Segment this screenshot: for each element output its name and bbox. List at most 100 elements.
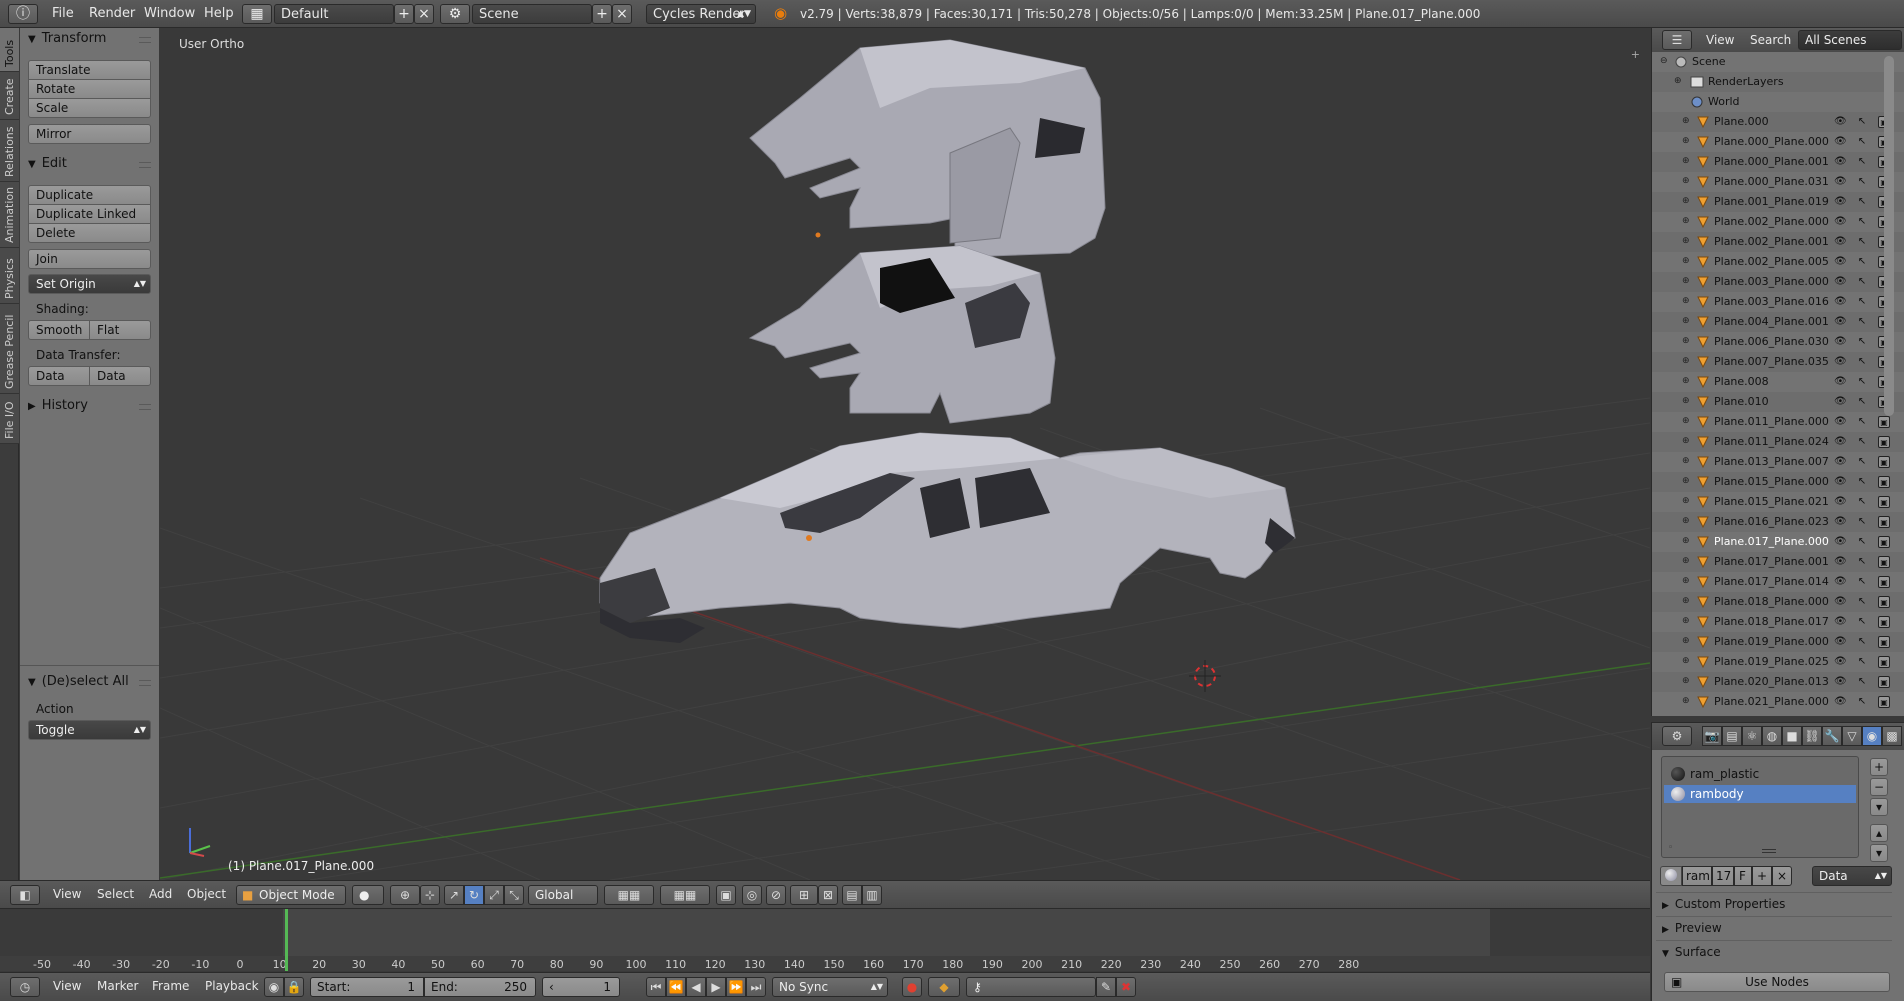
mirror-button[interactable]: Mirror bbox=[28, 124, 151, 144]
selectability-cursor-icon[interactable]: ↖ bbox=[1856, 356, 1868, 368]
visibility-eye-icon[interactable]: 👁 bbox=[1834, 616, 1847, 628]
outliner-object-row[interactable]: ⊕Plane.002_Plane.001👁↖▣ bbox=[1652, 232, 1904, 252]
editor-type-outliner-icon[interactable]: ☰ bbox=[1662, 30, 1692, 50]
expand-icon[interactable]: ⊕ bbox=[1682, 436, 1692, 446]
material-browse-icon[interactable] bbox=[1660, 866, 1682, 886]
expand-icon[interactable]: ⊕ bbox=[1682, 416, 1692, 426]
panel-grip-icon[interactable] bbox=[139, 680, 151, 686]
3d-viewport[interactable]: User Ortho (1) Plane.017_Plane.000 + bbox=[160, 28, 1650, 880]
expand-icon[interactable]: ⊕ bbox=[1682, 636, 1692, 646]
material-specials-button[interactable]: ▾ bbox=[1870, 798, 1888, 816]
menu-add[interactable]: Add bbox=[149, 887, 172, 901]
selectability-cursor-icon[interactable]: ↖ bbox=[1856, 336, 1868, 348]
selectability-cursor-icon[interactable]: ↖ bbox=[1856, 496, 1868, 508]
expand-icon[interactable]: ⊕ bbox=[1682, 336, 1692, 346]
menu-render[interactable]: Render bbox=[89, 4, 135, 24]
selectability-cursor-icon[interactable]: ↖ bbox=[1856, 476, 1868, 488]
material-slot-row[interactable]: ram_plastic bbox=[1664, 765, 1856, 783]
selectability-cursor-icon[interactable]: ↖ bbox=[1856, 176, 1868, 188]
add-material-slot-button[interactable]: + bbox=[1870, 758, 1888, 776]
outliner-object-row[interactable]: ⊕Plane.000_Plane.001👁↖▣ bbox=[1652, 152, 1904, 172]
duplicate-button[interactable]: Duplicate bbox=[28, 185, 151, 205]
menu-marker[interactable]: Marker bbox=[97, 979, 138, 993]
timeline-area[interactable]: -50 -40 -30 -20 -10 0 10 20 30 40 50 60 70 80 90 100 110… bbox=[0, 908, 1650, 971]
manipulator-toggle-icon[interactable]: ⊹ bbox=[420, 885, 440, 905]
panel-history-header[interactable]: ▶ History bbox=[28, 398, 88, 413]
outliner-row-world[interactable]: World bbox=[1652, 92, 1904, 112]
visibility-eye-icon[interactable]: 👁 bbox=[1834, 296, 1847, 308]
cab-mesh-middle[interactable] bbox=[748, 245, 1056, 424]
outliner-object-row[interactable]: ⊕Plane.000_Plane.000👁↖▣ bbox=[1652, 132, 1904, 152]
tab-animation[interactable]: Animation bbox=[0, 182, 19, 248]
outliner-object-row[interactable]: ⊕ Plane.015_Plane.000 👁 ↖ ▣ bbox=[1652, 472, 1904, 492]
unlink-material-icon[interactable]: × bbox=[1772, 866, 1792, 886]
use-nodes-button[interactable]: ▣ Use Nodes bbox=[1664, 972, 1890, 992]
expand-icon[interactable]: ⊕ bbox=[1682, 516, 1692, 526]
new-material-icon[interactable]: + bbox=[1752, 866, 1772, 886]
duplicate-linked-button[interactable]: Duplicate Linked bbox=[28, 204, 151, 224]
proportional-edit-icon[interactable]: ◎ bbox=[742, 885, 762, 905]
delete-button[interactable]: Delete bbox=[28, 223, 151, 243]
render-engine-select[interactable]: Cycles Render ▲▼ bbox=[646, 4, 756, 24]
translate-button[interactable]: Translate bbox=[28, 60, 151, 80]
selectability-cursor-icon[interactable]: ↖ bbox=[1856, 516, 1868, 528]
data-transfer-button[interactable]: Data bbox=[28, 366, 90, 386]
expand-icon[interactable]: ⊕ bbox=[1682, 396, 1692, 406]
visibility-eye-icon[interactable]: 👁 bbox=[1834, 116, 1847, 128]
selectability-cursor-icon[interactable]: ↖ bbox=[1856, 276, 1868, 288]
flat-button[interactable]: Flat bbox=[89, 320, 151, 340]
jump-keyframe-back-icon[interactable]: ⏪ bbox=[666, 977, 686, 997]
visibility-eye-icon[interactable]: 👁 bbox=[1834, 576, 1847, 588]
join-button[interactable]: Join bbox=[28, 249, 151, 269]
outliner-row-scene[interactable]: ⊖ Scene bbox=[1652, 52, 1904, 72]
object-tab-icon[interactable]: ■ bbox=[1782, 726, 1802, 746]
jump-keyframe-forward-icon[interactable]: ⏩ bbox=[726, 977, 746, 997]
expand-icon[interactable]: ⊕ bbox=[1682, 616, 1692, 626]
selectability-cursor-icon[interactable]: ↖ bbox=[1856, 196, 1868, 208]
material-slot-row-selected[interactable]: rambody bbox=[1664, 785, 1856, 803]
preview-range-icon[interactable]: ◉ bbox=[264, 977, 284, 997]
expand-icon[interactable]: ⊕ bbox=[1682, 476, 1692, 486]
outliner-object-row[interactable]: ⊕ Plane.016_Plane.023 👁 ↖ ▣ bbox=[1652, 512, 1904, 532]
renderability-camera-icon[interactable]: ▣ bbox=[1878, 556, 1890, 568]
panel-preview[interactable]: ▶ Preview bbox=[1656, 916, 1892, 938]
visibility-eye-icon[interactable]: 👁 bbox=[1834, 276, 1847, 288]
list-resize-grip-icon[interactable] bbox=[1762, 849, 1776, 853]
visibility-eye-icon[interactable]: 👁 bbox=[1834, 416, 1847, 428]
panel-deselect-header[interactable]: ▼ (De)select All bbox=[28, 674, 129, 689]
material-name-field[interactable]: ramb bbox=[1682, 866, 1712, 886]
start-frame-field[interactable]: Start: 1 bbox=[310, 977, 424, 997]
menu-file[interactable]: File bbox=[52, 4, 74, 24]
outliner-object-row[interactable]: ⊕ Plane.021_Plane.000 👁 ↖ ▣ bbox=[1652, 692, 1904, 712]
renderability-camera-icon[interactable]: ▣ bbox=[1878, 496, 1890, 508]
selectability-cursor-icon[interactable]: ↖ bbox=[1856, 396, 1868, 408]
truck-mesh-full[interactable] bbox=[599, 432, 1296, 643]
visibility-eye-icon[interactable]: 👁 bbox=[1834, 376, 1847, 388]
toolshelf-toggle-plus-icon[interactable]: + bbox=[1631, 48, 1640, 61]
jump-end-icon[interactable]: ⏭ bbox=[746, 977, 766, 997]
outliner-object-row[interactable]: ⊕ Plane.017_Plane.000 👁 ↖ ▣ bbox=[1652, 532, 1904, 552]
expand-icon[interactable]: ⊕ bbox=[1682, 296, 1692, 306]
menu-window[interactable]: Window bbox=[144, 4, 195, 24]
menu-view[interactable]: View bbox=[53, 979, 81, 993]
add-layout-icon[interactable]: + bbox=[394, 4, 414, 24]
selectability-cursor-icon[interactable]: ↖ bbox=[1856, 136, 1868, 148]
menu-object[interactable]: Object bbox=[187, 887, 226, 901]
visibility-eye-icon[interactable]: 👁 bbox=[1834, 476, 1847, 488]
outliner-object-row[interactable]: ⊕Plane.003_Plane.016👁↖▣ bbox=[1652, 292, 1904, 312]
interaction-mode-select[interactable]: ■ Object Mode bbox=[236, 885, 346, 905]
current-frame-field[interactable]: ‹ 1 bbox=[542, 977, 620, 997]
selectability-cursor-icon[interactable]: ↖ bbox=[1856, 156, 1868, 168]
outliner-object-row[interactable]: ⊕Plane.000👁↖▣ bbox=[1652, 112, 1904, 132]
selectability-cursor-icon[interactable]: ↖ bbox=[1856, 616, 1868, 628]
outliner-row-renderlayers[interactable]: ⊕ RenderLayers bbox=[1652, 72, 1904, 92]
sync-mode-select[interactable]: No Sync ▲▼ bbox=[772, 977, 888, 997]
list-filter-icon[interactable]: ◦ bbox=[1668, 843, 1673, 853]
viewport-shading-select[interactable]: ● bbox=[352, 885, 384, 905]
selectability-cursor-icon[interactable]: ↖ bbox=[1856, 216, 1868, 228]
smooth-button[interactable]: Smooth bbox=[28, 320, 90, 340]
renderability-camera-icon[interactable]: ▣ bbox=[1878, 476, 1890, 488]
remove-layout-icon[interactable]: × bbox=[414, 4, 434, 24]
renderability-camera-icon[interactable]: ▣ bbox=[1878, 416, 1890, 428]
layer-lock-icon[interactable]: ▣ bbox=[716, 885, 736, 905]
